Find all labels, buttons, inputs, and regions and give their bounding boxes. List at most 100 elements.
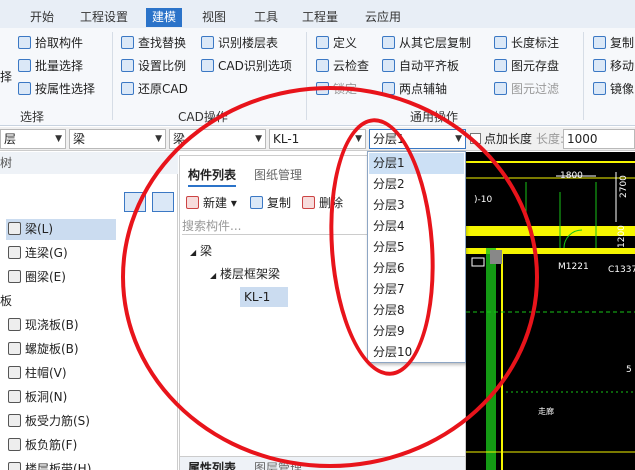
find-replace-button[interactable]: 查找替换 xyxy=(121,34,186,53)
dim-1800: 1800 xyxy=(560,171,583,181)
section-slab-label: 板 xyxy=(0,294,13,308)
length-input[interactable]: 1000 xyxy=(563,129,635,149)
cloud-check-icon xyxy=(316,59,329,72)
element-filter-button[interactable]: 图元过滤 xyxy=(494,80,559,99)
copy-icon xyxy=(593,36,606,49)
group-select-label: 选择 xyxy=(20,110,45,124)
cloud-check-button[interactable]: 云检查 xyxy=(316,57,369,76)
slab-hole-icon xyxy=(8,390,21,403)
slab-icon xyxy=(8,318,21,331)
corridor-label: 走廊 xyxy=(538,406,554,416)
tree-item-slab-hole[interactable]: 板洞(N) xyxy=(8,387,67,408)
tree-item-spiral-slab[interactable]: 螺旋板(B) xyxy=(8,339,79,360)
floor-select-value: 层 xyxy=(4,132,17,146)
ribbon-divider xyxy=(112,32,113,120)
tab-view[interactable]: 视图 xyxy=(202,8,226,27)
floor-strip-icon xyxy=(8,462,21,470)
cad-recognition-options-button[interactable]: CAD识别选项 xyxy=(201,57,292,76)
find-replace-label: 查找替换 xyxy=(138,36,187,50)
tab-quantity[interactable]: 工程量 xyxy=(302,8,338,27)
select-by-attribute-button[interactable]: 按属性选择 xyxy=(18,80,95,99)
copy-label: 复制 xyxy=(610,36,635,50)
restore-cad-button[interactable]: 还原CAD xyxy=(121,80,188,99)
attribute-icon xyxy=(18,82,31,95)
floor-table-icon xyxy=(201,36,214,49)
tree-item-floor-strip[interactable]: 楼层板带(H) xyxy=(8,459,91,470)
set-scale-button[interactable]: 设置比例 xyxy=(121,57,186,76)
two-point-axis-label: 两点辅轴 xyxy=(399,82,448,96)
batch-icon xyxy=(18,59,31,72)
floor-select[interactable]: 层 ▼ xyxy=(0,129,66,149)
tree-item-label: 梁(L) xyxy=(25,222,54,236)
length-dimension-button[interactable]: 长度标注 xyxy=(494,34,559,53)
set-scale-label: 设置比例 xyxy=(138,59,187,73)
save-element-label: 图元存盘 xyxy=(511,59,560,73)
find-replace-icon xyxy=(121,36,134,49)
pick-component-button[interactable]: 拾取构件 xyxy=(18,34,83,53)
tree-item-label: 板洞(N) xyxy=(25,390,68,404)
tree-item-column-cap[interactable]: 柱帽(V) xyxy=(8,363,67,384)
length-label: 长度: xyxy=(536,132,565,146)
annotation-circle-large xyxy=(121,86,539,468)
tab-properties[interactable]: 属性列表 xyxy=(188,459,236,470)
identify-floor-table-button[interactable]: 识别楼层表 xyxy=(201,34,278,53)
save-element-icon xyxy=(494,59,507,72)
tree-item-negative-rebar[interactable]: 板负筋(F) xyxy=(8,435,77,456)
cad-recognition-options-label: CAD识别选项 xyxy=(218,59,292,73)
tree-item-link-beam[interactable]: 连梁(G) xyxy=(8,243,68,264)
tree-item-beam[interactable]: 梁(L) xyxy=(6,219,116,240)
mirror-label: 镜像 xyxy=(610,82,635,96)
batch-select-button[interactable]: 批量选择 xyxy=(18,57,83,76)
length-dimension-label: 长度标注 xyxy=(511,36,560,50)
cad-options-icon xyxy=(201,59,214,72)
mirror-icon xyxy=(593,82,606,95)
tab-project-settings[interactable]: 工程设置 xyxy=(80,8,128,27)
move-icon xyxy=(593,59,606,72)
spiral-slab-icon xyxy=(8,342,21,355)
tree-item-label: 现浇板(B) xyxy=(25,318,79,332)
tree-item-label: 柱帽(V) xyxy=(25,366,67,380)
tab-tools[interactable]: 工具 xyxy=(254,8,278,27)
type-select-value: 梁 xyxy=(73,132,86,146)
chevron-down-icon: ▼ xyxy=(55,134,62,144)
tree-item-slab-rebar[interactable]: 板受力筋(S) xyxy=(8,411,90,432)
copy-button[interactable]: 复制 xyxy=(593,34,634,53)
tab-start[interactable]: 开始 xyxy=(30,8,54,27)
column-cap-icon xyxy=(8,366,21,379)
door-m1221-label: M1221 xyxy=(558,262,589,272)
scale-icon xyxy=(121,59,134,72)
tree-title: 树 xyxy=(0,152,178,174)
select-by-attribute-label: 按属性选择 xyxy=(35,82,96,96)
tab-cloud[interactable]: 云应用 xyxy=(365,8,401,27)
move-button[interactable]: 移动 xyxy=(593,57,634,76)
select-partial-label: 择 xyxy=(0,70,13,84)
tree-item-label: 连梁(G) xyxy=(25,246,68,260)
identify-floor-table-label: 识别楼层表 xyxy=(218,36,279,50)
define-button[interactable]: 定义 xyxy=(316,34,357,53)
tree-item-label: 圈梁(E) xyxy=(25,270,66,284)
auto-level-slab-button[interactable]: 自动平齐板 xyxy=(382,57,459,76)
ring-beam-icon xyxy=(8,270,21,283)
cloud-check-label: 云检查 xyxy=(333,59,370,73)
save-element-button[interactable]: 图元存盘 xyxy=(494,57,559,76)
element-filter-label: 图元过滤 xyxy=(511,82,560,96)
filter-icon xyxy=(494,82,507,95)
tree-item-cast-slab[interactable]: 现浇板(B) xyxy=(8,315,79,336)
tree-item-label: 螺旋板(B) xyxy=(25,342,79,356)
chevron-down-icon: ▼ xyxy=(155,134,162,144)
mirror-button[interactable]: 镜像 xyxy=(593,80,634,99)
type-select[interactable]: 梁 ▼ xyxy=(69,129,166,149)
tree-item-ring-beam[interactable]: 圈梁(E) xyxy=(8,267,66,288)
slab-rebar-icon xyxy=(8,414,21,427)
cad-mark-5: 5 xyxy=(626,365,632,375)
ribbon-divider xyxy=(583,32,584,120)
copy-from-other-floor-button[interactable]: 从其它层复制 xyxy=(382,34,471,53)
define-label: 定义 xyxy=(333,36,358,50)
batch-select-label: 批量选择 xyxy=(35,59,84,73)
restore-cad-icon xyxy=(121,82,134,95)
level-slab-icon xyxy=(382,59,395,72)
dimension-icon xyxy=(494,36,507,49)
restore-cad-label: 还原CAD xyxy=(138,82,188,96)
tab-modeling[interactable]: 建模 xyxy=(146,8,183,27)
dim-2700: 2700 xyxy=(619,175,629,198)
